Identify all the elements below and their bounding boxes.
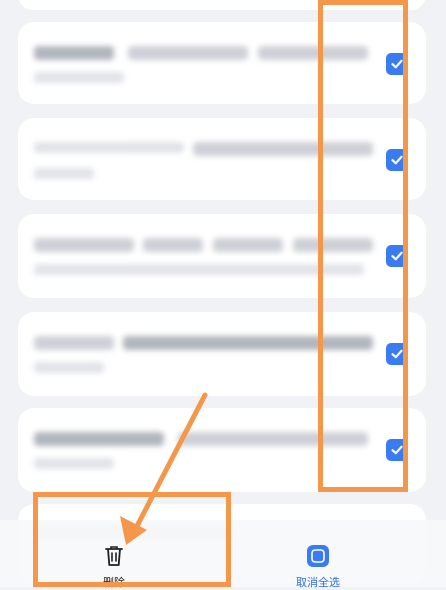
item-title-blurred [123, 336, 373, 350]
item-title-blurred [34, 336, 114, 350]
item-checkbox[interactable] [386, 53, 408, 75]
item-title-blurred [143, 238, 203, 252]
list-item[interactable] [18, 408, 426, 492]
delete-button[interactable]: 删除 [103, 544, 125, 590]
item-subtitle-blurred [34, 264, 364, 275]
deselect-all-label: 取消全选 [296, 576, 340, 589]
item-subtitle-blurred [34, 72, 124, 83]
item-title-blurred [178, 432, 368, 446]
list-item[interactable] [18, 118, 426, 200]
delete-label: 删除 [103, 576, 125, 589]
item-title-blurred [128, 46, 248, 60]
item-checkbox[interactable] [386, 439, 408, 461]
item-checkbox[interactable] [386, 245, 408, 267]
item-title-blurred [34, 432, 164, 446]
checkbox-icon [306, 544, 330, 571]
item-checkbox[interactable] [386, 149, 408, 171]
trash-icon [103, 544, 125, 571]
item-title-blurred [34, 142, 184, 153]
item-subtitle-blurred [34, 362, 104, 373]
item-title-blurred [193, 142, 373, 156]
deselect-all-button[interactable]: 取消全选 [296, 544, 340, 590]
item-title-blurred [34, 46, 114, 60]
item-title-blurred [213, 238, 283, 252]
item-title-blurred [34, 238, 134, 252]
item-checkbox[interactable] [386, 343, 408, 365]
item-title-blurred [293, 238, 373, 252]
bottom-action-bar: 删除 取消全选 [0, 520, 446, 590]
list-item[interactable] [18, 214, 426, 298]
item-subtitle-blurred [34, 168, 94, 179]
list-item[interactable] [18, 22, 426, 104]
list-item[interactable] [18, 312, 426, 396]
item-subtitle-blurred [34, 458, 114, 469]
list-item[interactable] [18, 0, 426, 10]
item-title-blurred [258, 46, 368, 60]
